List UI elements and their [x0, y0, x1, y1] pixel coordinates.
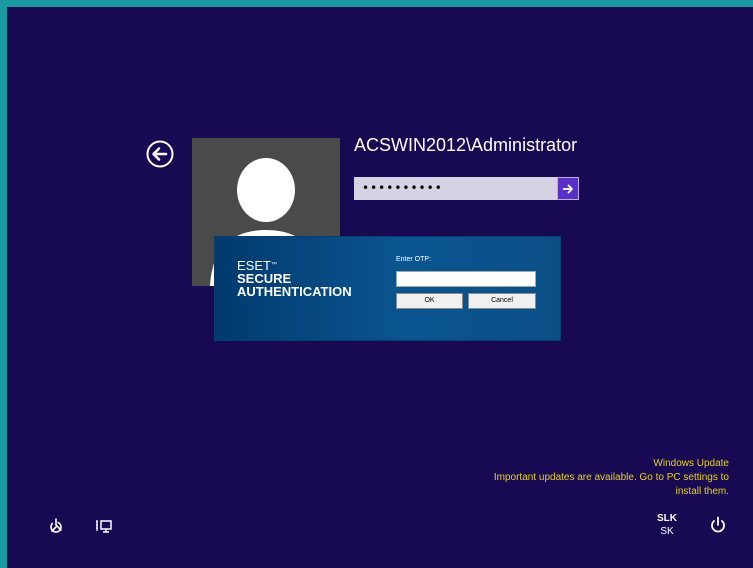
ok-button[interactable]: OK: [396, 293, 463, 309]
power-icon[interactable]: [708, 515, 728, 535]
language-sub: SK: [660, 526, 674, 537]
otp-label: Enter OTP:: [396, 256, 432, 263]
ease-of-access-icon[interactable]: [46, 517, 66, 537]
password-field[interactable]: ••••••••••: [354, 177, 557, 200]
arrow-right-icon: [562, 184, 573, 193]
login-screen: ACSWIN2012\Administrator •••••••••• ESET…: [7, 7, 753, 568]
eset-trademark: ™: [270, 262, 277, 268]
eset-otp-dialog: ESET™ SECURE AUTHENTICATION Enter OTP: O…: [215, 237, 560, 340]
language-code: SLK: [657, 513, 677, 524]
eset-logo: ESET™ SECURE AUTHENTICATION: [237, 259, 352, 298]
back-icon[interactable]: [145, 139, 175, 169]
language-indicator[interactable]: SLK SK: [657, 512, 677, 538]
windows-update-notice[interactable]: Windows Update Important updates are ava…: [494, 457, 729, 499]
update-message-line1: Important updates are available. Go to P…: [493, 472, 729, 483]
eset-brand-authentication: AUTHENTICATION: [237, 284, 352, 299]
network-icon[interactable]: [94, 517, 114, 537]
submit-button[interactable]: [557, 177, 579, 200]
cancel-button[interactable]: Cancel: [468, 293, 536, 309]
update-title: Windows Update: [653, 458, 729, 469]
username-label: ACSWIN2012\Administrator: [354, 135, 578, 155]
update-message-line2: install them.: [675, 486, 729, 497]
otp-input[interactable]: [396, 271, 536, 287]
